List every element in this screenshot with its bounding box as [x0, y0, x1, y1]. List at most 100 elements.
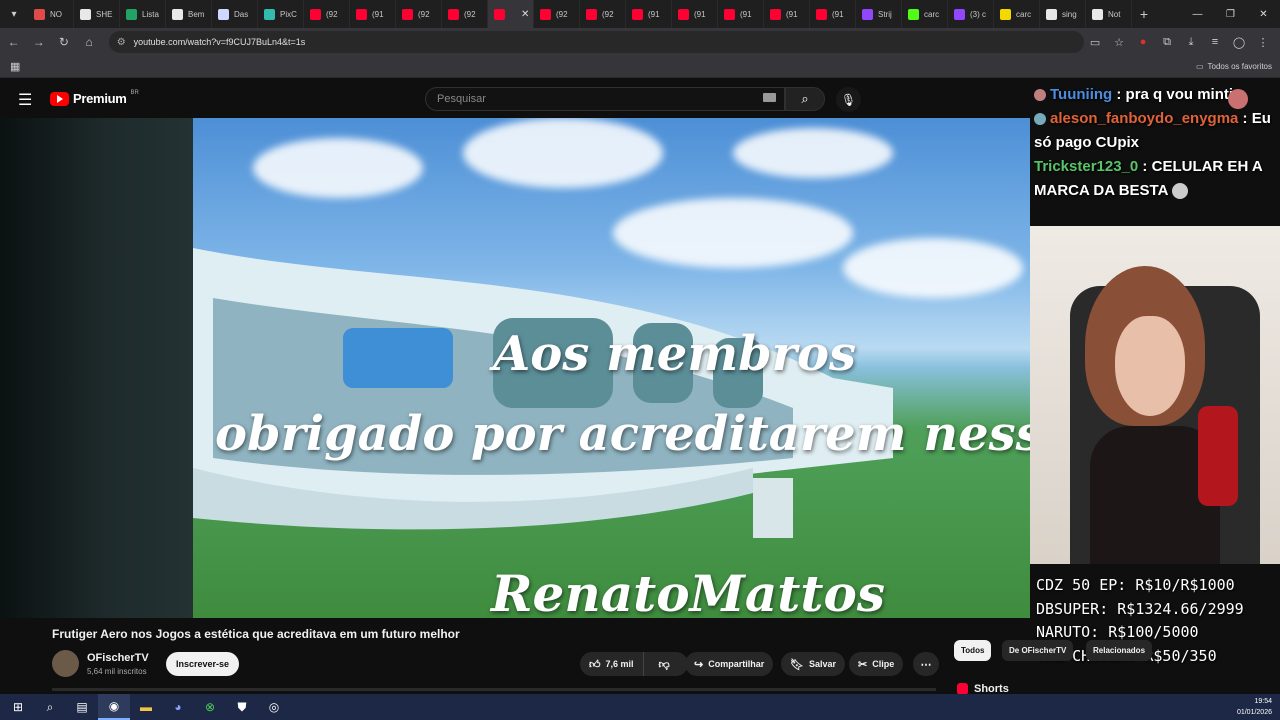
browser-tab[interactable]: SHE — [74, 0, 120, 28]
browser-tab[interactable]: carc — [902, 0, 948, 28]
media-icon[interactable]: ≡ — [1204, 31, 1226, 53]
chip-channel[interactable]: De OFischerTV — [1002, 640, 1074, 661]
browser-tab[interactable]: (92 — [580, 0, 626, 28]
obs-icon[interactable]: ◎ — [258, 694, 290, 720]
chat-username: aleson_fanboydo_enygma — [1050, 110, 1239, 127]
browser-tab[interactable]: NO — [28, 0, 74, 28]
like-dislike-group: 👍︎ 7,6 mil 👎︎ — [580, 652, 688, 676]
shield-app-icon[interactable]: ⛊ — [226, 694, 258, 720]
like-button[interactable]: 👍︎ 7,6 mil — [580, 652, 644, 676]
channel-avatar[interactable] — [52, 650, 79, 677]
bookmark-star-icon[interactable]: ☆ — [1108, 31, 1130, 53]
browser-tab[interactable]: Lista — [120, 0, 166, 28]
futuristic-building — [193, 248, 893, 538]
more-actions-button[interactable]: ⋯ — [913, 652, 939, 676]
file-explorer-icon[interactable]: ▬ — [130, 694, 162, 720]
system-clock[interactable]: 19:54 01/01/2026 — [1237, 696, 1272, 718]
tab-favicon-icon — [34, 8, 45, 20]
tab-label: carc — [924, 9, 940, 19]
all-bookmarks-button[interactable]: ▭ Todos os favoritos — [1196, 62, 1272, 71]
save-button[interactable]: 🔖︎ Salvar — [781, 652, 845, 676]
back-icon[interactable]: ← — [2, 30, 25, 54]
browser-tab[interactable]: (91 — [764, 0, 810, 28]
tab-label: NO — [50, 9, 62, 19]
chip-related[interactable]: Relacionados — [1086, 640, 1153, 661]
browser-tab[interactable]: (92 — [304, 0, 350, 28]
share-button[interactable]: ↪ Compartilhar — [685, 652, 774, 676]
task-view-icon[interactable]: ▤ — [66, 694, 98, 720]
tab-label: (92 — [326, 9, 338, 19]
extension-record-icon[interactable]: ● — [1132, 31, 1154, 53]
cloud — [253, 138, 423, 198]
browser-tab[interactable]: (91 — [672, 0, 718, 28]
video-player[interactable]: Aos membros obrigado por acreditarem nes… — [0, 118, 1030, 618]
browser-tab[interactable]: Strij — [856, 0, 902, 28]
chip-all[interactable]: Todos — [954, 640, 992, 661]
browser-menu-icon[interactable]: ⋮ — [1252, 31, 1274, 53]
minimize-icon[interactable]: — — [1181, 0, 1214, 28]
search-input[interactable]: Pesquisar — [425, 87, 785, 111]
tab-favicon-icon — [218, 8, 229, 20]
tab-label: Not — [1108, 9, 1121, 19]
downloads-icon[interactable]: ⤓ — [1180, 31, 1202, 53]
browser-tab[interactable]: (91 — [626, 0, 672, 28]
channel-name[interactable]: OFischerTV — [87, 652, 149, 664]
profile-icon[interactable]: ◯ — [1228, 31, 1250, 53]
tab-close-icon[interactable]: ✕ — [521, 9, 529, 20]
browser-tab[interactable]: (92 — [442, 0, 488, 28]
close-window-icon[interactable]: ✕ — [1247, 0, 1280, 28]
discord-icon[interactable]: ◕ — [162, 694, 194, 720]
clip-button[interactable]: ✂ Clipe — [849, 652, 904, 676]
browser-tab[interactable]: Das — [212, 0, 258, 28]
browser-tab[interactable]: (92 — [396, 0, 442, 28]
start-icon[interactable]: ⊞ — [2, 694, 34, 720]
xbox-icon[interactable]: ⊗ — [194, 694, 226, 720]
search-icon[interactable]: ⌕ — [34, 694, 66, 720]
browser-tab[interactable]: (91 — [350, 0, 396, 28]
avatar[interactable] — [1228, 89, 1248, 109]
browser-tab[interactable]: Not — [1086, 0, 1132, 28]
browser-tab[interactable]: (91 — [718, 0, 764, 28]
tab-label: carc — [1016, 9, 1032, 19]
reload-icon[interactable]: ↻ — [52, 30, 75, 54]
scissors-icon: ✂ — [858, 658, 868, 671]
extensions-icon[interactable]: ⧉ — [1156, 31, 1178, 53]
browser-tab[interactable]: carc — [994, 0, 1040, 28]
browser-tab[interactable]: Bem — [166, 0, 212, 28]
subscribe-button[interactable]: Inscrever-se — [166, 652, 239, 676]
browser-tab[interactable]: ✕ — [488, 0, 534, 28]
guide-menu-icon[interactable]: ☰ — [18, 90, 32, 110]
dislike-button[interactable]: 👎︎ — [649, 652, 680, 676]
windows-taskbar: ⊞ ⌕ ▤ ◉ ▬ ◕ ⊗ ⛊ ◎ 19:54 01/01/2026 — [0, 694, 1280, 720]
site-info-icon[interactable]: ⚙ — [117, 37, 126, 48]
tab-search-icon[interactable]: ▾ — [0, 0, 28, 28]
browser-tab[interactable]: sing — [1040, 0, 1086, 28]
tab-label: (91 — [740, 9, 752, 19]
browser-tab[interactable]: (91 — [810, 0, 856, 28]
youtube-logo[interactable]: Premium BR — [50, 90, 139, 106]
chrome-icon[interactable]: ◉ — [98, 694, 130, 720]
tab-favicon-icon — [632, 8, 643, 20]
share-icon: ↪ — [694, 658, 704, 671]
keyboard-icon[interactable] — [763, 93, 776, 102]
tab-label: Bem — [188, 9, 205, 19]
address-bar[interactable]: ⚙ youtube.com/watch?v=f9CUJ7BuLn4&t=1s — [108, 31, 1085, 53]
tab-favicon-icon — [126, 8, 137, 20]
apps-grid-icon[interactable]: ▦ — [10, 60, 20, 73]
home-icon[interactable]: ⌂ — [78, 30, 101, 54]
restore-icon[interactable]: ❐ — [1214, 0, 1247, 28]
search-button[interactable]: ⌕ — [785, 87, 825, 111]
clock-date: 01/01/2026 — [1236, 709, 1272, 716]
voice-search-button[interactable]: 🎙 — [836, 87, 861, 112]
browser-tab[interactable]: (3) c — [948, 0, 994, 28]
browser-tab[interactable]: PixC — [258, 0, 304, 28]
youtube-play-icon — [50, 91, 69, 106]
forward-icon[interactable]: → — [27, 30, 50, 54]
cast-icon[interactable]: ▭ — [1084, 31, 1106, 53]
more-icon: ⋯ — [920, 658, 932, 671]
tab-favicon-icon — [678, 8, 689, 20]
webcam-person-face — [1115, 316, 1185, 416]
browser-tab[interactable]: (92 — [534, 0, 580, 28]
folder-icon: ▭ — [1195, 62, 1204, 71]
new-tab-icon[interactable]: + — [1132, 6, 1156, 22]
